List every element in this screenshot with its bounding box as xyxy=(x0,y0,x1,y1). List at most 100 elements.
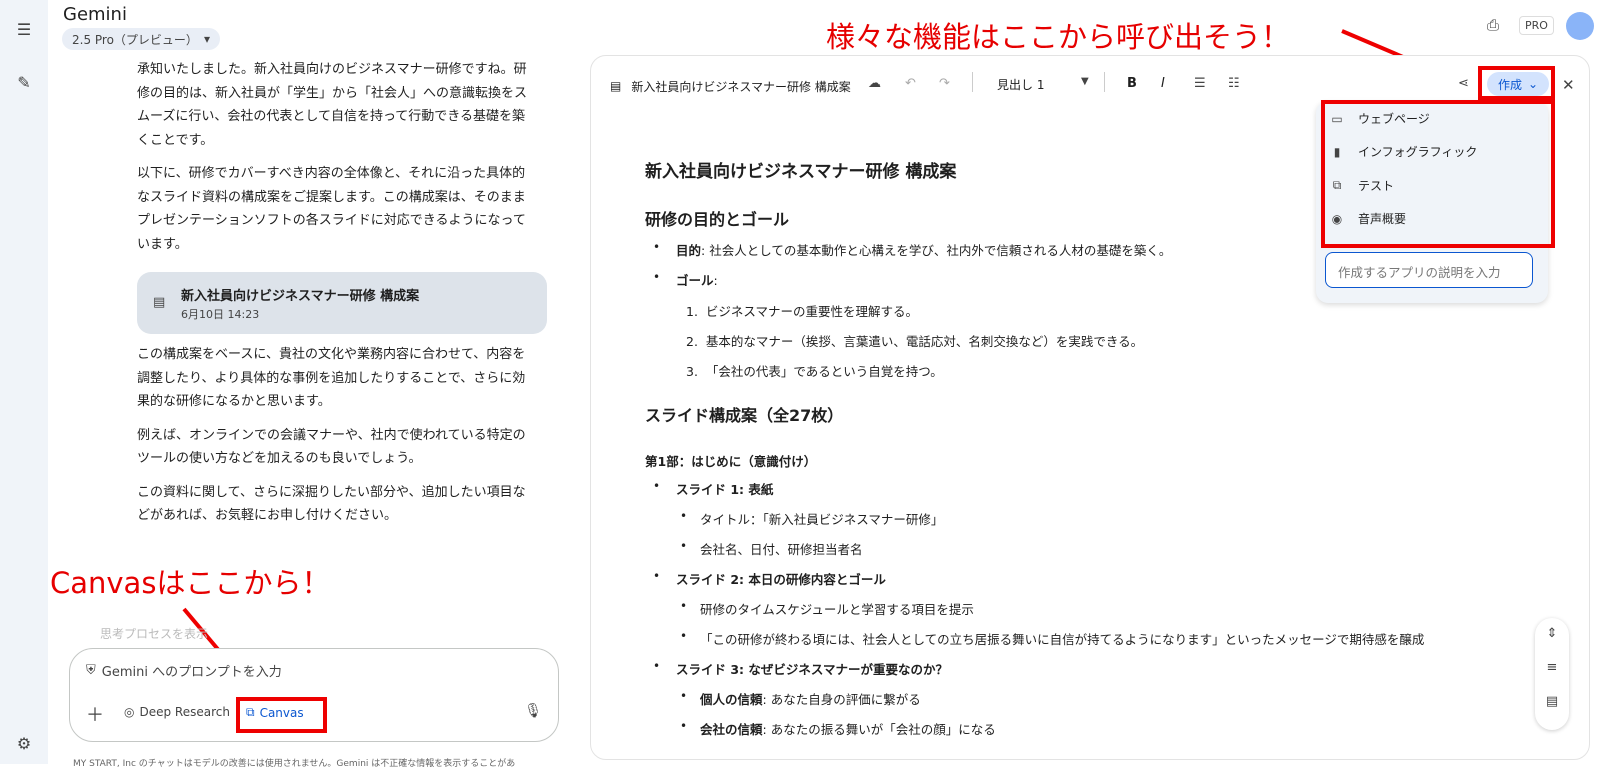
undo-icon[interactable]: ↶ xyxy=(905,76,916,91)
italic-button[interactable]: I xyxy=(1161,76,1165,91)
item-text: : あなた自身の評価に繋がる xyxy=(762,692,921,707)
annotation-canvas: Canvasはここから！ xyxy=(50,566,331,600)
bullet-dot: • xyxy=(653,659,661,673)
model-selector[interactable]: 2.5 Pro（プレビュー） ▾ xyxy=(62,28,220,50)
goal-text: ビジネスマナーの重要性を理解する。 xyxy=(705,304,919,319)
annotation-features: 様々な機能はここから呼び出そう！ xyxy=(826,20,1291,54)
close-icon[interactable]: ✕ xyxy=(1562,76,1575,94)
deep-research-button[interactable]: ◎ Deep Research xyxy=(124,705,230,719)
share-icon[interactable]: ⋖ xyxy=(1458,76,1469,91)
goal-label: ゴール xyxy=(676,273,714,288)
shield-icon: ⛨ xyxy=(86,663,96,678)
caret-down-icon: ▾ xyxy=(203,32,210,46)
bullet-dot: • xyxy=(653,240,661,254)
chat-paragraph: 承知いたしました。新入社員向けのビジネスマナー研修ですね。研修の目的は、新入社員… xyxy=(137,62,528,148)
goal-number: 2. xyxy=(686,334,698,349)
deep-research-label: Deep Research xyxy=(139,705,230,719)
numbered-list-icon[interactable]: ☷ xyxy=(1228,76,1240,91)
bullet-list-icon[interactable]: ☰ xyxy=(1194,76,1206,91)
goal-list-item: 1. ビジネスマナーの重要性を理解する。 xyxy=(686,301,918,320)
goal-list-item: 3. 「会社の代表」であるという自覚を持つ。 xyxy=(686,361,943,380)
item-text: : あなたの振る舞いが「会社の顔」になる xyxy=(762,722,996,737)
bullet-dot: • xyxy=(653,479,661,493)
doc-name-label: 新入社員向けビジネスマナー研修 構成案 xyxy=(631,79,851,94)
list-item: 会社名、日付、研修担当者名 xyxy=(700,542,863,557)
purpose-label: 目的 xyxy=(676,243,702,258)
goal-colon: : xyxy=(713,273,718,288)
list-item: 「この研修が終わる頃には、社会人としての立ち居振る舞いに自信が持てるようになりま… xyxy=(700,632,1425,647)
list-item: 個人の信頼: あなた自身の評価に繋がる xyxy=(700,689,921,708)
toolbar-divider xyxy=(1104,72,1105,92)
chat-paragraph: 例えば、オンラインでの会議マナーや、社内で使われている特定のツールの使い方などを… xyxy=(137,427,526,467)
slide-heading: スライド 1: 表紙 xyxy=(676,482,774,497)
purpose-text: : 社会人としての基本動作と心構えを学び、社内外で信頼される人材の基礎を築く。 xyxy=(701,243,1172,258)
bullet-dot: • xyxy=(680,599,688,613)
footer-disclaimer: MY START, Inc のチャットはモデルの改善には使用されません。Gemi… xyxy=(73,759,516,769)
section-heading: 研修の目的とゴール xyxy=(645,210,790,229)
section-heading: スライド構成案（全27枚） xyxy=(645,406,844,425)
doc-title: 新入社員向けビジネスマナー研修 構成案 xyxy=(645,162,957,182)
list-item: 研修のタイムスケジュールと学習する項目を提示 xyxy=(700,602,974,617)
new-chat-icon[interactable]: ✎ xyxy=(12,70,36,94)
add-icon[interactable]: ＋ xyxy=(86,701,104,727)
heading-select[interactable]: 見出し 1 xyxy=(997,76,1044,93)
printer-icon[interactable]: ⎙ xyxy=(1487,16,1499,34)
goal-item: ゴール: xyxy=(676,270,718,289)
slide-heading: スライド 2: 本日の研修内容とゴール xyxy=(676,572,886,587)
document-icon: ▤ xyxy=(610,79,622,93)
bold-button[interactable]: B xyxy=(1127,76,1137,91)
model-label: 2.5 Pro（プレビュー） xyxy=(72,32,198,47)
chat-paragraph: 以下に、研修でカバーすべき内容の全体像と、それに沿った具体的なスライド資料の構成… xyxy=(137,166,526,252)
avatar[interactable] xyxy=(1566,12,1594,40)
expand-icon[interactable]: ⇕ xyxy=(1535,626,1569,641)
goal-list-item: 2. 基本的なマナー（挨拶、言葉遣い、電話応対、名刺交換など）を実践できる。 xyxy=(686,331,1143,350)
cloud-icon: ☁ xyxy=(868,76,881,91)
doc-name: ▤ 新入社員向けビジネスマナー研修 構成案 xyxy=(610,74,851,98)
bullet-dot: • xyxy=(680,629,688,643)
purpose-item: 目的: 社会人としての基本動作と心構えを学び、社内外で信頼される人材の基礎を築く… xyxy=(676,240,1171,259)
chip-date: 6月10日 14:23 xyxy=(181,307,260,321)
item-label: 会社の信頼 xyxy=(700,722,763,737)
mic-icon[interactable]: 🎙 xyxy=(524,703,542,719)
canvas-doc-chip[interactable]: ▤ 新入社員向けビジネスマナー研修 構成案 6月10日 14:23 xyxy=(137,272,547,334)
item-label: 個人の信頼 xyxy=(700,692,763,707)
bullet-dot: • xyxy=(680,509,688,523)
pro-badge: PRO xyxy=(1519,16,1554,35)
thinking-toggle[interactable]: 思考プロセスを表示 xyxy=(100,625,208,642)
document-icon: ▤ xyxy=(153,295,166,310)
part-heading: 第1部：はじめに（意識付け） xyxy=(645,454,817,469)
app-description-input[interactable]: 作成するアプリの説明を入力 xyxy=(1325,252,1533,288)
list-item: 会社の信頼: あなたの振る舞いが「会社の顔」になる xyxy=(700,719,996,738)
deep-research-icon: ◎ xyxy=(124,705,135,719)
chip-title: 新入社員向けビジネスマナー研修 構成案 xyxy=(181,288,420,304)
settings-icon[interactable]: ⚙ xyxy=(12,731,36,755)
chat-response: 承知いたしました。新入社員向けのビジネスマナー研修ですね。研修の目的は、新入社員… xyxy=(137,58,537,266)
bullet-dot: • xyxy=(680,689,688,703)
bullet-dot: • xyxy=(680,719,688,733)
app-title: Gemini xyxy=(63,4,127,25)
bullet-dot: • xyxy=(653,270,661,284)
side-toolbar: ⇕ ≡ ▤ xyxy=(1535,618,1569,730)
slide-heading: スライド 3: なぜビジネスマナーが重要なのか？ xyxy=(676,662,949,677)
goal-text: 基本的なマナー（挨拶、言葉遣い、電話応対、名刺交換など）を実践できる。 xyxy=(705,334,1144,349)
suggest-edit-icon[interactable]: ▤ xyxy=(1535,694,1569,709)
goal-number: 3. xyxy=(686,364,698,379)
toolbar-divider xyxy=(972,72,973,92)
bullet-dot: • xyxy=(680,539,688,553)
prompt-input[interactable]: ⛨ Gemini へのプロンプトを入力 xyxy=(86,661,282,680)
menu-highlight-box xyxy=(1321,100,1555,248)
chat-paragraph: この資料に関して、さらに深掘りしたい部分や、追加したい項目などがあれば、お気軽に… xyxy=(137,484,526,524)
list-item: タイトル：「新入社員ビジネスマナー研修」 xyxy=(700,512,944,527)
menu-icon[interactable]: ☰ xyxy=(12,17,36,41)
side-rail: ☰ ✎ ⚙ xyxy=(0,0,48,764)
caret-down-icon[interactable]: ▼ xyxy=(1081,76,1089,87)
tune-icon[interactable]: ≡ xyxy=(1535,660,1569,675)
create-highlight-box xyxy=(1478,66,1555,100)
chat-response-cont: この構成案をベースに、貴社の文化や業務内容に合わせて、内容を調整したり、より具体… xyxy=(137,343,537,538)
goal-text: 「会社の代表」であるという自覚を持つ。 xyxy=(705,364,943,379)
bullet-dot: • xyxy=(653,569,661,583)
prompt-placeholder: Gemini へのプロンプトを入力 xyxy=(101,665,282,680)
canvas-highlight-box xyxy=(236,697,327,733)
goal-number: 1. xyxy=(686,304,698,319)
redo-icon[interactable]: ↷ xyxy=(939,76,950,91)
